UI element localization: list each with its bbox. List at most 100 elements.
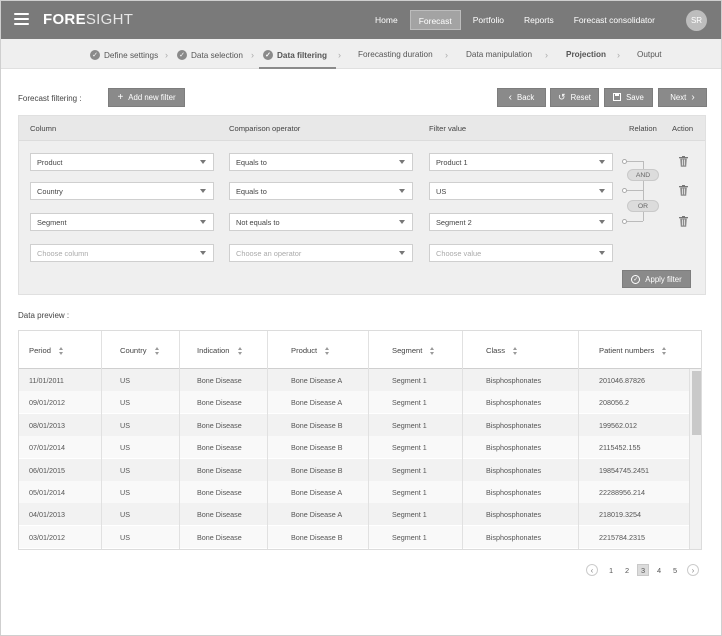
step-data-manipulation[interactable]: Data manipulation: [466, 50, 532, 59]
step-projection[interactable]: Projection: [566, 50, 606, 59]
value-select[interactable]: Segment 2: [429, 213, 613, 231]
operator-select[interactable]: Equals to: [229, 182, 413, 200]
save-button[interactable]: Save: [604, 88, 653, 107]
sort-icon[interactable]: [237, 347, 243, 355]
plus-icon: +: [117, 92, 124, 103]
sort-icon[interactable]: [662, 347, 667, 355]
column-divider: [578, 331, 579, 549]
table-row[interactable]: 08/01/2013 US Bone Disease Bone Disease B Se…: [19, 413, 689, 436]
add-new-filter-button[interactable]: + Add new filter: [108, 88, 185, 107]
table-row[interactable]: 03/01/2012 US Bone Disease Bone Disease B Se…: [19, 525, 689, 548]
table-row[interactable]: 05/01/2014 US Bone Disease Bone Disease A Se…: [19, 481, 689, 503]
relation-and-toggle[interactable]: AND: [627, 169, 659, 181]
next-page-button[interactable]: ›: [687, 564, 699, 576]
chevron-left-icon: ‹: [590, 565, 594, 575]
value-select[interactable]: US: [429, 182, 613, 200]
sort-icon[interactable]: [430, 347, 435, 355]
table-row[interactable]: 09/01/2012 US Bone Disease Bone Disease A Se…: [19, 391, 689, 414]
table-cell: Bisphosphonates: [486, 532, 542, 542]
chevron-right-icon: ›: [691, 565, 695, 575]
table-cell: Bone Disease: [197, 488, 242, 497]
reset-button[interactable]: ↺ Reset: [550, 88, 599, 107]
trash-icon[interactable]: [679, 156, 688, 167]
table-cell: Bone Disease: [197, 376, 242, 385]
scrollbar-thumb[interactable]: [692, 371, 701, 435]
column-select[interactable]: Segment: [30, 213, 214, 231]
value-select-empty[interactable]: Choose value: [429, 244, 613, 262]
table-cell: 08/01/2013: [29, 420, 65, 430]
operator-select-empty[interactable]: Choose an operator: [229, 244, 413, 262]
table-row[interactable]: 11/01/2011 US Bone Disease Bone Disease A Se…: [19, 369, 689, 391]
sort-icon[interactable]: [513, 347, 518, 355]
reset-icon: ↺: [558, 92, 566, 102]
save-icon: [613, 92, 622, 103]
sort-icon[interactable]: [58, 347, 64, 355]
header-comparison-operator: Comparison operator: [229, 124, 301, 133]
chevron-right-icon: ›: [445, 50, 448, 60]
table-cell: Bone Disease: [197, 398, 242, 408]
step-label: Data selection: [191, 50, 243, 60]
nav-forecast[interactable]: Forecast: [409, 10, 461, 30]
table-cell: 2215784.2315: [599, 532, 645, 542]
step-data-selection[interactable]: ✓ Data selection: [177, 50, 243, 60]
nav-reports[interactable]: Reports: [516, 10, 562, 30]
step-output[interactable]: Output: [637, 50, 662, 59]
column-header-product[interactable]: Product: [291, 346, 330, 355]
table-row[interactable]: 06/01/2015 US Bone Disease Bone Disease B Se…: [19, 458, 689, 481]
user-avatar[interactable]: SR: [686, 10, 707, 31]
operator-select[interactable]: Not equals to: [229, 213, 413, 231]
chevron-right-icon: ›: [338, 50, 341, 60]
table-cell: 03/01/2012: [29, 532, 65, 542]
nav-forecast-consolidator[interactable]: Forecast consolidator: [566, 10, 663, 30]
table-row[interactable]: 04/01/2013 US Bone Disease Bone Disease A Se…: [19, 503, 689, 526]
vertical-scrollbar[interactable]: [689, 369, 701, 549]
column-header-period[interactable]: Period: [29, 346, 64, 355]
column-header-indication[interactable]: Indication: [197, 346, 243, 355]
sort-icon[interactable]: [154, 347, 160, 355]
column-header-country[interactable]: Country: [120, 346, 160, 355]
next-button[interactable]: Next ›: [658, 88, 707, 107]
column-header-class[interactable]: Class: [486, 346, 518, 355]
app-logo[interactable]: FORESIGHT: [43, 11, 133, 28]
logo-text-light: SIGHT: [85, 11, 134, 28]
nav-portfolio[interactable]: Portfolio: [465, 10, 512, 30]
table-cell: Bone Disease: [197, 532, 242, 542]
table-cell: Segment 1: [392, 376, 427, 385]
nav-home[interactable]: Home: [367, 10, 406, 30]
page-3-current[interactable]: 3: [637, 564, 649, 576]
prev-page-button[interactable]: ‹: [586, 564, 598, 576]
step-forecasting-duration[interactable]: Forecasting duration: [358, 50, 433, 59]
chevron-left-icon: ‹: [508, 92, 512, 103]
step-define-settings[interactable]: ✓ Define settings: [90, 50, 158, 60]
table-cell: 201046.87826: [599, 376, 645, 385]
active-step-indicator: [259, 67, 336, 69]
step-data-filtering[interactable]: ✓ Data filtering: [263, 50, 327, 60]
apply-filter-button[interactable]: ✓ Apply filter: [622, 270, 691, 288]
sort-icon[interactable]: [325, 347, 330, 355]
table-cell: Bone Disease: [197, 510, 242, 520]
dropdown-arrow-icon: [599, 189, 605, 193]
column-select[interactable]: Product: [30, 153, 214, 171]
page-5[interactable]: 5: [669, 564, 681, 576]
column-header-patient-numbers[interactable]: Patient numbers: [599, 346, 667, 355]
table-cell: US: [120, 443, 130, 453]
table-cell: Bisphosphonates: [486, 376, 542, 385]
column-divider: [101, 331, 102, 549]
page-2[interactable]: 2: [621, 564, 633, 576]
value-select[interactable]: Product 1: [429, 153, 613, 171]
back-button[interactable]: ‹ Back: [497, 88, 546, 107]
table-row[interactable]: 07/01/2014 US Bone Disease Bone Disease B Se…: [19, 436, 689, 459]
column-select-empty[interactable]: Choose column: [30, 244, 214, 262]
relation-or-toggle[interactable]: OR: [627, 200, 659, 212]
trash-icon[interactable]: [679, 185, 688, 196]
hamburger-menu-icon[interactable]: [14, 13, 29, 25]
page-1[interactable]: 1: [605, 564, 617, 576]
trash-icon[interactable]: [679, 216, 688, 227]
table-cell: 06/01/2015: [29, 465, 65, 475]
column-select[interactable]: Country: [30, 182, 214, 200]
table-cell: Bisphosphonates: [486, 465, 542, 475]
column-header-segment[interactable]: Segment: [392, 346, 435, 355]
page-4[interactable]: 4: [653, 564, 665, 576]
operator-select[interactable]: Equals to: [229, 153, 413, 171]
chevron-right-icon: ›: [251, 50, 254, 60]
